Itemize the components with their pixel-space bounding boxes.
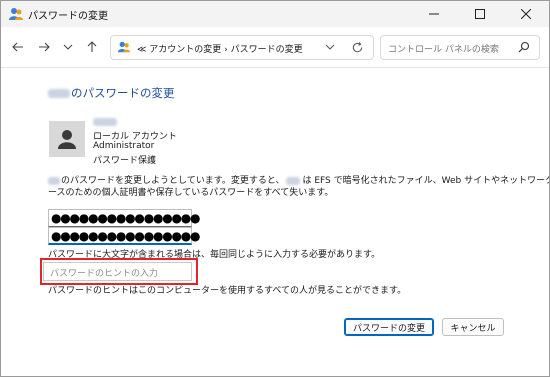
user-icon [58, 130, 76, 149]
minimize-icon [429, 13, 439, 15]
title-bar: パスワードの変更 [1, 1, 549, 27]
forward-button[interactable] [35, 38, 53, 56]
new-password-field[interactable]: ●●●●●●●●●●●●●●●● [48, 209, 201, 227]
address-dropdown-icon[interactable] [324, 41, 336, 53]
redacted-username-inline [48, 176, 60, 185]
new-password-value: ●●●●●●●●●●●●●●●● [51, 211, 201, 225]
maximize-icon [475, 9, 485, 19]
page-title: のパスワードの変更 [48, 85, 175, 101]
navigation-bar: ≪ アカウントの変更 › パスワードの変更 コントロール パネルの検索 [1, 27, 549, 68]
chevron-down-icon [63, 44, 73, 50]
change-password-window: パスワードの変更 ≪ アカウントの変更 › パスワードの変更 コントロール パネ… [0, 0, 550, 377]
redacted-username-inline [286, 176, 301, 185]
account-role: Administrator [93, 141, 155, 151]
close-button[interactable] [503, 1, 549, 27]
highlight-annotation [40, 258, 198, 285]
users-icon [117, 41, 131, 53]
recent-locations-button[interactable] [59, 38, 77, 56]
users-app-icon [9, 8, 23, 20]
account-protection: パスワード保護 [93, 156, 157, 166]
back-button[interactable] [9, 38, 27, 56]
arrow-right-icon [39, 42, 50, 52]
close-icon [521, 9, 531, 19]
hint-visibility-note: パスワードのヒントはこのコンピューターを使用するすべての人が見ることができます。 [48, 286, 407, 296]
redacted-account-name [93, 118, 117, 126]
redacted-username [48, 89, 70, 98]
change-password-button[interactable]: パスワードの変更 [344, 318, 434, 336]
search-box[interactable]: コントロール パネルの検索 [380, 35, 540, 60]
confirm-password-value: ●●●●●●●●●●●●●●●● [51, 229, 201, 243]
arrow-left-icon [12, 42, 23, 52]
intro-line-2: ースのための個人証明書や保存しているパスワードをすべて失います。 [48, 188, 334, 198]
confirm-password-field[interactable]: ●●●●●●●●●●●●●●●● [48, 227, 201, 245]
search-icon[interactable] [518, 41, 530, 53]
address-path[interactable]: ≪ アカウントの変更 › パスワードの変更 [137, 42, 303, 55]
avatar [49, 121, 85, 157]
minimize-button[interactable] [411, 1, 457, 27]
up-button[interactable] [83, 38, 101, 56]
address-bar[interactable]: ≪ アカウントの変更 › パスワードの変更 [110, 35, 374, 60]
cancel-button[interactable]: キャンセル [442, 318, 504, 336]
search-input[interactable]: コントロール パネルの検索 [388, 42, 499, 55]
refresh-icon[interactable] [351, 41, 364, 54]
maximize-button[interactable] [457, 1, 503, 27]
window-title: パスワードの変更 [28, 11, 108, 22]
arrow-up-icon [87, 41, 97, 52]
